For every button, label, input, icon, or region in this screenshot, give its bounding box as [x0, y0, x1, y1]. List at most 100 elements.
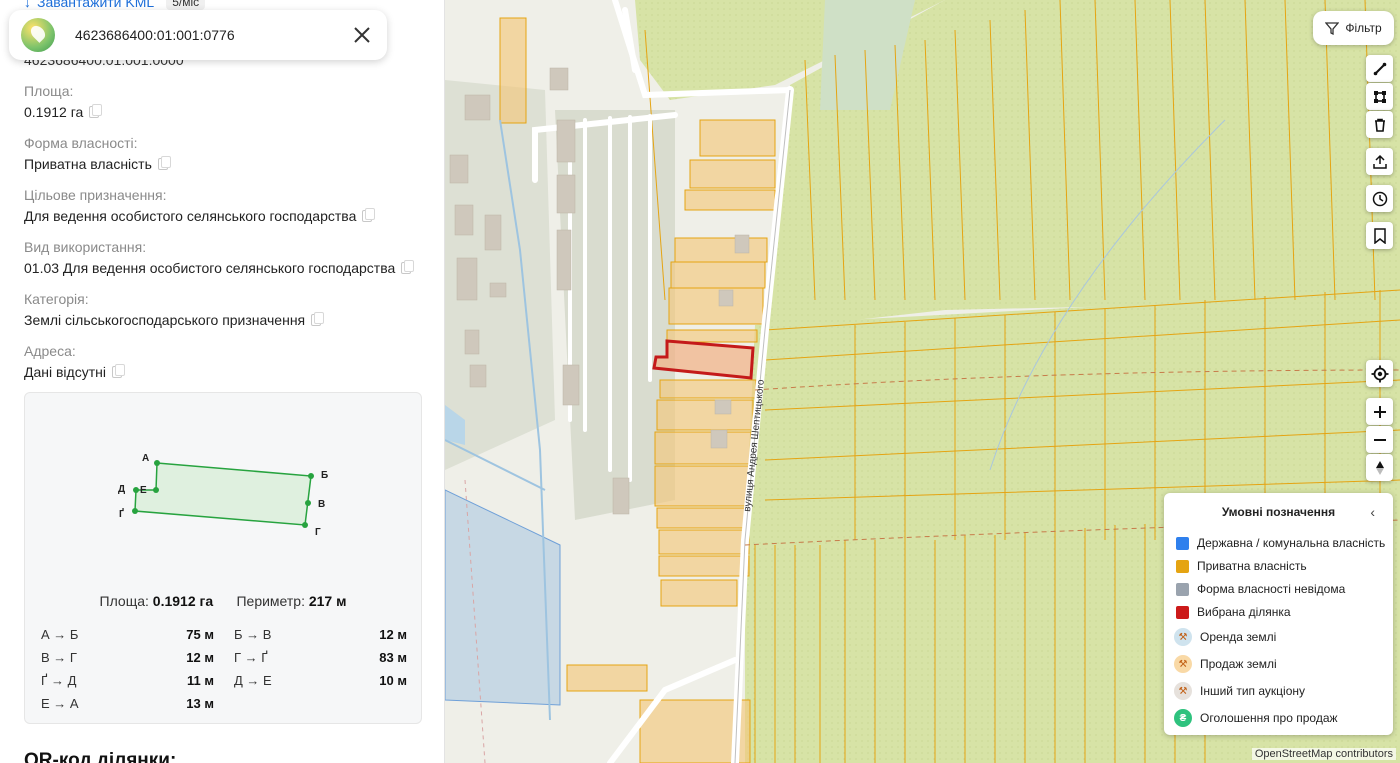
segment-name: Е → А [41, 696, 79, 711]
close-button[interactable] [349, 22, 375, 48]
crosshair-icon [1371, 365, 1388, 382]
legend-label: Оренда землі [1200, 630, 1277, 644]
segment-row: Е → А 13 м [41, 692, 407, 715]
app: ↓ Завантажити KML 5/міс 4623686400:01:00… [0, 0, 1400, 763]
copy-icon[interactable] [401, 260, 415, 274]
map-view[interactable]: вулиця Андрея Шептицького Фільтр Умовні … [445, 0, 1400, 763]
legend-label: Оголошення про продаж [1200, 711, 1338, 725]
bookmark-button[interactable] [1366, 222, 1393, 249]
area-value: 0.1912 га [152, 593, 214, 609]
vertex-label: Ґ [119, 507, 124, 520]
field-value: 01.03 Для ведення особистого селянського… [24, 260, 396, 276]
segment-row: А → Б 75 м Б → В 12 м [41, 623, 407, 646]
legend-label: Державна / комунальна власність [1197, 536, 1386, 550]
field-label: Цільове призначення: [24, 187, 167, 203]
vertex-label: Д [118, 484, 125, 495]
search-bar: 4623686400:01:001:0776 [9, 10, 387, 60]
map-attribution[interactable]: OpenStreetMap contributors [1251, 748, 1396, 760]
sale-icon: ⚒ [1174, 655, 1192, 673]
measure-area-button[interactable] [1366, 83, 1393, 110]
vertex-label: Б [321, 470, 328, 481]
filter-label: Фільтр [1345, 21, 1382, 35]
vertex-label: Г [315, 527, 321, 538]
legend-title-text: Умовні позначення [1221, 505, 1336, 519]
segment-length: 12 м [186, 650, 214, 665]
legend-item: ⚒ Оренда землі [1174, 628, 1277, 646]
copy-icon[interactable] [111, 364, 125, 378]
segment-name: Ґ → Д [41, 673, 77, 688]
segment-length: 75 м [186, 627, 214, 642]
legend-item: ⚒ Інший тип аукціону [1174, 682, 1305, 700]
field-purpose: Цільове призначення: Для ведення особист… [24, 187, 376, 224]
legend-item: Приватна власність [1176, 559, 1307, 573]
zoom-out-button[interactable] [1366, 426, 1393, 453]
field-area: Площа: 0.1912 га [24, 83, 103, 120]
perimeter-value: 217 м [308, 593, 347, 609]
copy-icon[interactable] [311, 312, 325, 326]
segment-row: Ґ → Д 11 м Д → Е 10 м [41, 669, 407, 692]
field-ownership: Форма власності: Приватна власність [24, 135, 171, 172]
segment-length: 12 м [379, 627, 407, 642]
legend-item: Форма власності невідома [1176, 582, 1345, 596]
field-address: Адреса: Дані відсутні [24, 343, 125, 380]
vertex-label: Е [140, 485, 147, 496]
copy-icon[interactable] [157, 156, 171, 170]
filter-icon [1325, 22, 1340, 35]
area-label: Площа: [99, 593, 149, 609]
measure-line-button[interactable] [1366, 55, 1393, 82]
field-value: Приватна власність [24, 156, 152, 172]
legend-title: Умовні позначення ‹ [1164, 504, 1393, 520]
zoom-in-button[interactable] [1366, 398, 1393, 425]
clock-icon [1372, 191, 1387, 206]
share-button[interactable] [1366, 148, 1393, 175]
segment-name: Д → Е [234, 673, 272, 688]
legend-label: Форма власності невідома [1197, 582, 1346, 596]
segment-name: А → Б [41, 627, 79, 642]
search-input[interactable]: 4623686400:01:001:0776 [75, 27, 349, 43]
auction-icon: ⚒ [1174, 682, 1192, 700]
legend-swatch [1176, 605, 1189, 619]
field-category: Категорія: Землі сільськогосподарського … [24, 291, 325, 328]
legend-item: ₴ Оголошення про продаж [1174, 709, 1338, 727]
copy-icon[interactable] [89, 104, 103, 118]
parcel-shape-card: А Б В Г Ґ Д Е Площа: 0.1912 га Периметр:… [24, 392, 422, 724]
segment-name: Г → Ґ [234, 650, 268, 665]
app-logo[interactable] [21, 18, 55, 52]
chevron-left-icon[interactable]: ‹ [1370, 504, 1375, 520]
legend-item: ⚒ Продаж землі [1174, 655, 1277, 673]
field-value: Дані відсутні [24, 364, 106, 380]
segment-name: В → Г [41, 650, 77, 665]
field-value: 0.1912 га [24, 104, 84, 120]
legend-label: Приватна власність [1197, 559, 1307, 573]
vertex-label: А [142, 453, 149, 464]
minus-icon [1373, 438, 1386, 441]
field-label: Адреса: [24, 343, 76, 359]
segment-name: Б → В [234, 627, 272, 642]
filter-button[interactable]: Фільтр [1313, 11, 1394, 45]
plus-icon [1373, 405, 1386, 418]
bookmark-icon [1373, 227, 1386, 244]
upload-icon [1372, 154, 1387, 169]
compass-icon [1375, 460, 1384, 475]
vertex-label: В [318, 499, 325, 510]
segment-length: 11 м [187, 673, 214, 688]
copy-icon[interactable] [362, 208, 376, 222]
close-icon [354, 27, 370, 43]
field-value: Для ведення особистого селянського госпо… [24, 208, 357, 224]
field-usage: Вид використання: 01.03 Для ведення особ… [24, 239, 415, 276]
segment-length: 13 м [186, 696, 214, 711]
legend-label: Продаж землі [1200, 657, 1277, 671]
field-label: Площа: [24, 83, 74, 99]
download-icon: ↓ [24, 0, 31, 10]
legend-label: Вибрана ділянка [1197, 605, 1291, 619]
locate-me-button[interactable] [1366, 360, 1393, 387]
field-value: Землі сільськогосподарського призначення [24, 312, 306, 328]
download-limit-badge: 5/міс [166, 0, 206, 10]
rent-icon: ⚒ [1174, 628, 1192, 646]
delete-drawing-button[interactable] [1366, 111, 1393, 138]
download-kml-link[interactable]: ↓ Завантажити KML 5/міс [24, 0, 206, 10]
legend-swatch [1176, 536, 1189, 550]
reset-north-button[interactable] [1366, 454, 1393, 481]
history-button[interactable] [1366, 185, 1393, 212]
parcel-info-panel: ↓ Завантажити KML 5/міс 4623686400:01:00… [0, 0, 445, 763]
